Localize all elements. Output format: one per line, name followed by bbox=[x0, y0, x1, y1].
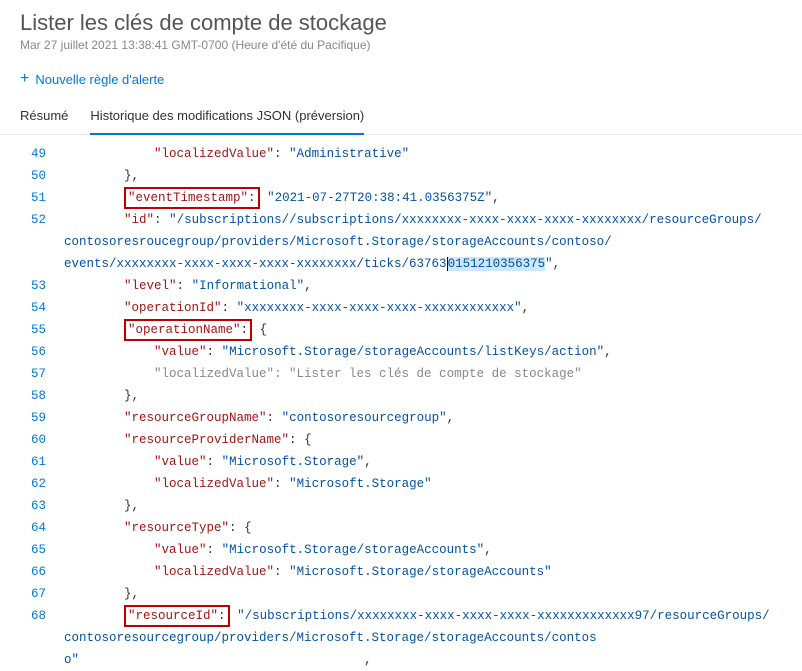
code-content: "level": "Informational", bbox=[64, 275, 802, 297]
line-number: 68 bbox=[0, 605, 64, 627]
code-content: "localizedValue": "Microsoft.Storage/sto… bbox=[64, 561, 802, 583]
line-number: 54 bbox=[0, 297, 64, 319]
code-line: 58 }, bbox=[0, 385, 802, 407]
line-number: 49 bbox=[0, 143, 64, 165]
code-content: "value": "Microsoft.Storage/storageAccou… bbox=[64, 539, 802, 561]
code-line: 65 "value": "Microsoft.Storage/storageAc… bbox=[0, 539, 802, 561]
code-content: }, bbox=[64, 583, 802, 605]
line-number: 52 bbox=[0, 209, 64, 231]
line-number: 51 bbox=[0, 187, 64, 209]
new-alert-rule-button[interactable]: + Nouvelle règle d'alerte bbox=[20, 71, 164, 87]
line-number: 55 bbox=[0, 319, 64, 341]
toolbar: + Nouvelle règle d'alerte bbox=[0, 52, 802, 100]
line-number: 64 bbox=[0, 517, 64, 539]
json-viewer[interactable]: 49 "localizedValue": "Administrative"50 … bbox=[0, 135, 802, 671]
page-subtitle: Mar 27 juillet 2021 13:38:41 GMT-0700 (H… bbox=[20, 38, 782, 52]
code-line: 56 "value": "Microsoft.Storage/storageAc… bbox=[0, 341, 802, 363]
code-content: }, bbox=[64, 495, 802, 517]
line-number: 66 bbox=[0, 561, 64, 583]
tab-json-history[interactable]: Historique des modifications JSON (préve… bbox=[90, 100, 364, 135]
code-content: "value": "Microsoft.Storage/storageAccou… bbox=[64, 341, 802, 363]
code-line: 49 "localizedValue": "Administrative" bbox=[0, 143, 802, 165]
line-number: 56 bbox=[0, 341, 64, 363]
code-line: 52 "id": "/subscriptions//subscriptions/… bbox=[0, 209, 802, 275]
line-number: 59 bbox=[0, 407, 64, 429]
code-content: "resourceProviderName": { bbox=[64, 429, 802, 451]
code-line: 51 "eventTimestamp": "2021-07-27T20:38:4… bbox=[0, 187, 802, 209]
code-content: "localizedValue": "Lister les clés de co… bbox=[64, 363, 802, 385]
line-number: 60 bbox=[0, 429, 64, 451]
code-content: "operationName": { bbox=[64, 319, 802, 341]
code-line: 63 }, bbox=[0, 495, 802, 517]
code-content: "operationId": "xxxxxxxx-xxxx-xxxx-xxxx-… bbox=[64, 297, 802, 319]
line-number: 62 bbox=[0, 473, 64, 495]
code-content: "id": "/subscriptions//subscriptions/xxx… bbox=[64, 209, 802, 275]
code-content: "resourceId": "/subscriptions/xxxxxxxx-x… bbox=[64, 605, 802, 671]
code-line: 66 "localizedValue": "Microsoft.Storage/… bbox=[0, 561, 802, 583]
line-number: 63 bbox=[0, 495, 64, 517]
line-number: 65 bbox=[0, 539, 64, 561]
code-content: "localizedValue": "Administrative" bbox=[64, 143, 802, 165]
plus-icon: + bbox=[20, 71, 29, 87]
code-line: 57 "localizedValue": "Lister les clés de… bbox=[0, 363, 802, 385]
code-line: 64 "resourceType": { bbox=[0, 517, 802, 539]
new-alert-rule-label: Nouvelle règle d'alerte bbox=[35, 72, 164, 87]
code-line: 53 "level": "Informational", bbox=[0, 275, 802, 297]
code-line: 68 "resourceId": "/subscriptions/xxxxxxx… bbox=[0, 605, 802, 671]
line-number: 50 bbox=[0, 165, 64, 187]
line-number: 58 bbox=[0, 385, 64, 407]
code-content: }, bbox=[64, 385, 802, 407]
code-line: 67 }, bbox=[0, 583, 802, 605]
line-number: 53 bbox=[0, 275, 64, 297]
code-content: "eventTimestamp": "2021-07-27T20:38:41.0… bbox=[64, 187, 802, 209]
page-header: Lister les clés de compte de stockage Ma… bbox=[0, 0, 802, 52]
code-content: "value": "Microsoft.Storage", bbox=[64, 451, 802, 473]
code-line: 55 "operationName": { bbox=[0, 319, 802, 341]
code-line: 61 "value": "Microsoft.Storage", bbox=[0, 451, 802, 473]
code-content: "resourceType": { bbox=[64, 517, 802, 539]
tab-summary[interactable]: Résumé bbox=[20, 100, 68, 134]
line-number: 67 bbox=[0, 583, 64, 605]
code-line: 59 "resourceGroupName": "contosoresource… bbox=[0, 407, 802, 429]
code-line: 60 "resourceProviderName": { bbox=[0, 429, 802, 451]
page-title: Lister les clés de compte de stockage bbox=[20, 10, 782, 36]
code-content: }, bbox=[64, 165, 802, 187]
line-number: 61 bbox=[0, 451, 64, 473]
code-content: "resourceGroupName": "contosoresourcegro… bbox=[64, 407, 802, 429]
tabs: Résumé Historique des modifications JSON… bbox=[0, 100, 802, 135]
code-line: 54 "operationId": "xxxxxxxx-xxxx-xxxx-xx… bbox=[0, 297, 802, 319]
code-line: 62 "localizedValue": "Microsoft.Storage" bbox=[0, 473, 802, 495]
line-number: 57 bbox=[0, 363, 64, 385]
code-line: 50 }, bbox=[0, 165, 802, 187]
code-content: "localizedValue": "Microsoft.Storage" bbox=[64, 473, 802, 495]
